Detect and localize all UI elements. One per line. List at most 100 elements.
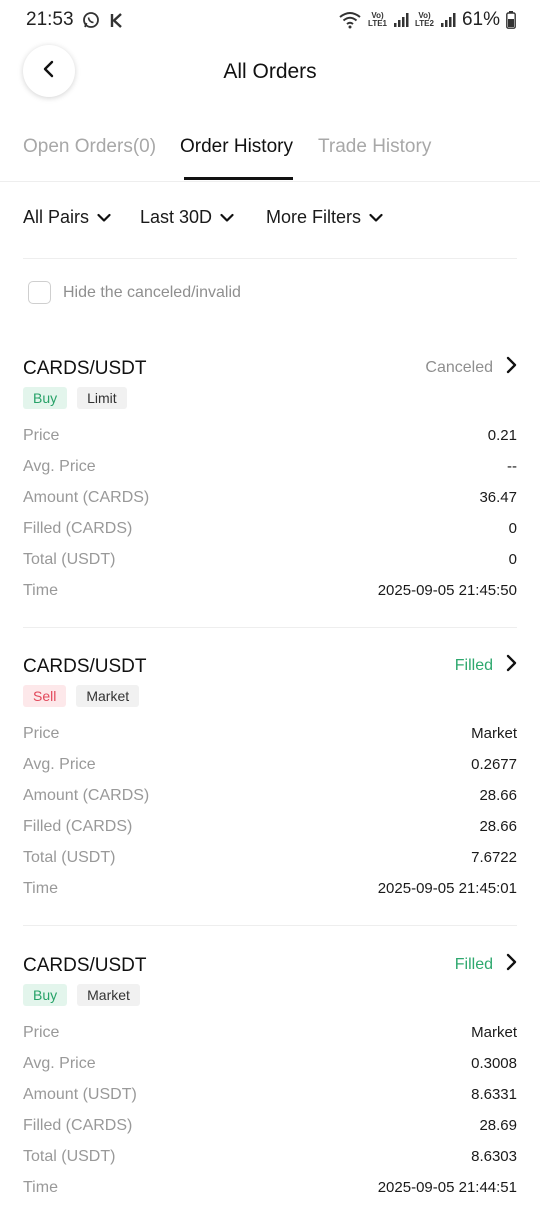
- side-tag: Buy: [23, 387, 68, 409]
- chevron-down-icon: [220, 207, 234, 228]
- field-value: 0.3008: [471, 1055, 517, 1072]
- side-tag: Sell: [23, 685, 67, 707]
- filter-more-filters[interactable]: More Filters: [266, 207, 383, 228]
- type-tag: Limit: [77, 387, 127, 409]
- header: All Orders: [0, 40, 540, 104]
- field-label: Total (USDT): [23, 550, 116, 568]
- hide-canceled-label: Hide the canceled/invalid: [63, 283, 241, 301]
- order-detail-link[interactable]: Filled: [455, 953, 517, 976]
- order-detail-link[interactable]: Canceled: [425, 356, 517, 379]
- field-price: Price 0.21: [23, 420, 517, 451]
- order-tags: Sell Market: [23, 685, 140, 707]
- field-value: 0.2677: [471, 756, 517, 773]
- status-left: 21:53: [26, 9, 125, 31]
- filter-label: All Pairs: [23, 207, 90, 227]
- signal-icon: [440, 12, 456, 28]
- order-pair: CARDS/USDT: [23, 656, 147, 677]
- filter-all-pairs[interactable]: All Pairs: [23, 207, 111, 228]
- field-amount: Amount (CARDS) 36.47: [23, 482, 517, 513]
- field-label: Filled (CARDS): [23, 1116, 133, 1134]
- tab-bar: Open Orders(0) Order History Trade Histo…: [0, 120, 540, 182]
- field-value: 28.69: [479, 1117, 517, 1134]
- sim1-label: Vo) LTE1: [368, 11, 387, 28]
- tab-trade-history[interactable]: Trade History: [318, 136, 431, 158]
- field-price: Price Market: [23, 1017, 517, 1048]
- order-tags: Buy Limit: [23, 387, 127, 409]
- field-total: Total (USDT) 7.6722: [23, 842, 517, 873]
- order-status: Canceled: [425, 358, 493, 376]
- status-right: Vo) LTE1 Vo) LTE2 61%: [338, 9, 516, 31]
- field-label: Filled (CARDS): [23, 519, 133, 537]
- side-tag: Buy: [23, 984, 68, 1006]
- battery-percent: 61%: [461, 9, 500, 30]
- chevron-right-icon: [505, 356, 517, 379]
- field-avg-price: Avg. Price 0.2677: [23, 749, 517, 780]
- order-fields: Price Market Avg. Price 0.3008 Amount (U…: [23, 1017, 517, 1203]
- field-filled: Filled (CARDS) 28.66: [23, 811, 517, 842]
- divider: [23, 627, 517, 628]
- hide-canceled-toggle[interactable]: Hide the canceled/invalid: [28, 281, 241, 304]
- order-detail-link[interactable]: Filled: [455, 654, 517, 677]
- field-time: Time 2025-09-05 21:44:51: [23, 1172, 517, 1203]
- kucoin-icon: [108, 12, 125, 29]
- filter-label: More Filters: [266, 207, 362, 227]
- filter-bar: All Pairs Last 30D More Filters: [0, 183, 540, 259]
- type-tag: Market: [77, 984, 140, 1006]
- field-value: 2025-09-05 21:45:50: [377, 582, 517, 599]
- field-label: Amount (CARDS): [23, 786, 150, 804]
- hide-canceled-checkbox[interactable]: [28, 281, 51, 304]
- order-card: CARDS/USDT Filled Sell Market Price Mark…: [23, 654, 517, 926]
- field-label: Price: [23, 1023, 60, 1041]
- field-label: Avg. Price: [23, 1054, 96, 1072]
- tab-open-orders[interactable]: Open Orders(0): [23, 136, 156, 158]
- order-status: Filled: [454, 955, 493, 973]
- order-status: Filled: [454, 656, 493, 674]
- battery-icon: [506, 11, 516, 29]
- field-label: Time: [23, 879, 58, 897]
- filter-label: Last 30D: [140, 207, 213, 227]
- signal-icon: [393, 12, 409, 28]
- chevron-down-icon: [97, 207, 111, 228]
- divider: [23, 258, 517, 259]
- field-value: 0: [508, 520, 517, 537]
- chevron-right-icon: [505, 953, 517, 976]
- whatsapp-icon: [82, 11, 100, 29]
- field-label: Avg. Price: [23, 755, 96, 773]
- order-header: CARDS/USDT Filled: [23, 654, 517, 686]
- field-value: Market: [471, 725, 517, 742]
- field-value: 36.47: [479, 489, 517, 506]
- order-card: CARDS/USDT Filled Buy Market Price Marke…: [23, 953, 517, 1225]
- tab-order-history[interactable]: Order History: [180, 136, 293, 158]
- field-label: Avg. Price: [23, 457, 96, 475]
- order-tags: Buy Market: [23, 984, 140, 1006]
- filter-last-30d[interactable]: Last 30D: [140, 207, 234, 228]
- field-value: 0.21: [487, 427, 517, 444]
- field-value: Market: [471, 1024, 517, 1041]
- field-avg-price: Avg. Price 0.3008: [23, 1048, 517, 1079]
- sim2-label: Vo) LTE2: [415, 11, 434, 28]
- type-tag: Market: [76, 685, 140, 707]
- chevron-down-icon: [369, 207, 383, 228]
- field-label: Time: [23, 581, 58, 599]
- field-value: 2025-09-05 21:45:01: [377, 880, 517, 897]
- field-value: 8.6303: [471, 1148, 517, 1165]
- divider: [23, 925, 517, 926]
- field-time: Time 2025-09-05 21:45:01: [23, 873, 517, 904]
- field-value: 28.66: [479, 787, 517, 804]
- order-pair: CARDS/USDT: [23, 358, 147, 379]
- field-total: Total (USDT) 8.6303: [23, 1141, 517, 1172]
- order-pair: CARDS/USDT: [23, 955, 147, 976]
- field-label: Price: [23, 724, 60, 742]
- field-label: Amount (USDT): [23, 1085, 137, 1103]
- order-header: CARDS/USDT Filled: [23, 953, 517, 985]
- field-label: Filled (CARDS): [23, 817, 133, 835]
- field-value: 7.6722: [471, 849, 517, 866]
- field-value: 0: [508, 551, 517, 568]
- order-fields: Price Market Avg. Price 0.2677 Amount (C…: [23, 718, 517, 904]
- field-time: Time 2025-09-05 21:45:50: [23, 575, 517, 606]
- order-card: CARDS/USDT Canceled Buy Limit Price 0.21…: [23, 356, 517, 628]
- order-header: CARDS/USDT Canceled: [23, 356, 517, 388]
- active-tab-indicator: [184, 177, 293, 180]
- field-value: --: [507, 458, 517, 475]
- field-value: 2025-09-05 21:44:51: [377, 1179, 517, 1196]
